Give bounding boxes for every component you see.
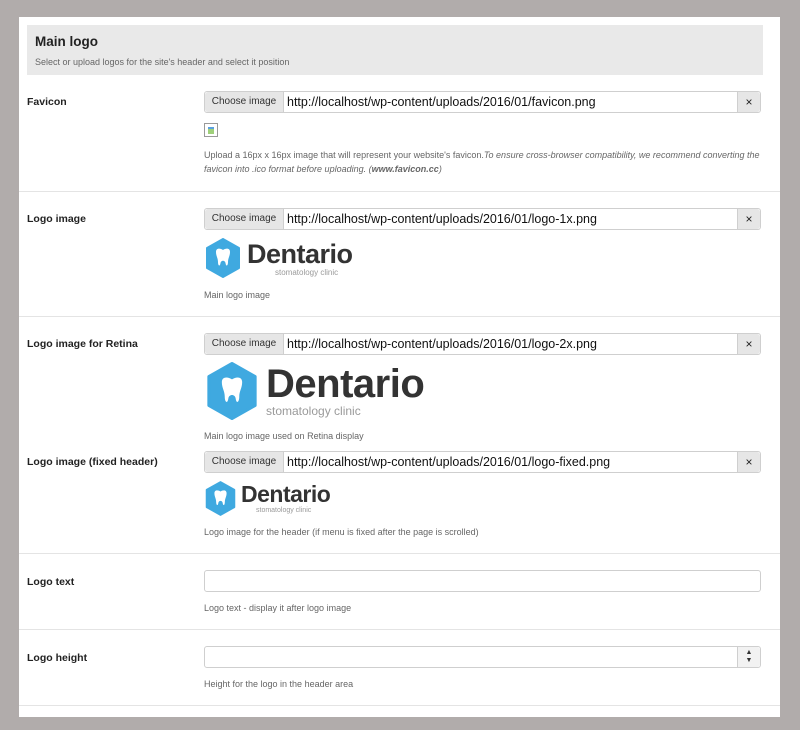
logo-retina-url-field[interactable]: http://localhost/wp-content/uploads/2016… (287, 334, 597, 354)
favicon-label: Favicon (27, 96, 67, 108)
favicon-url-field[interactable]: http://localhost/wp-content/uploads/2016… (287, 92, 596, 112)
logo-height-hint: Height for the logo in the header area (204, 679, 354, 689)
logo-brand-name: Dentario (247, 239, 353, 269)
section-description: Select or upload logos for the site's he… (35, 57, 290, 67)
logo-text-input[interactable] (204, 570, 761, 592)
logo-fixed-hint: Logo image for the header (if menu is fi… (204, 527, 479, 537)
spinner-down-icon[interactable]: ▼ (738, 657, 760, 665)
logo-retina-choose-image-button[interactable]: Choose image (205, 334, 284, 354)
favicon-picker: Choose image http://localhost/wp-content… (204, 91, 761, 113)
tooth-icon (205, 481, 236, 516)
favicon-hint: Upload a 16px x 16px image that will rep… (204, 148, 761, 176)
logo-text-hint: Logo text - display it after logo image (204, 603, 352, 613)
logo-retina-clear-button[interactable]: × (737, 334, 760, 354)
logo-image-hint: Main logo image (204, 290, 271, 300)
favicon-choose-image-button[interactable]: Choose image (205, 92, 284, 112)
divider (19, 629, 780, 630)
logo-fixed-brand-tagline: stomatology clinic (256, 507, 312, 514)
logo-retina-hint: Main logo image used on Retina display (204, 431, 364, 441)
logo-image-picker: Choose image http://localhost/wp-content… (204, 208, 761, 230)
logo-text-label: Logo text (27, 576, 75, 588)
logo-fixed-brand-name: Dentario (241, 481, 331, 507)
divider (19, 705, 780, 706)
logo-fixed-preview: Dentario stomatology clinic (204, 480, 354, 518)
tooth-icon (207, 362, 257, 420)
favicon-hint-plain: Upload a 16px x 16px image that will rep… (204, 150, 484, 160)
divider (19, 191, 780, 192)
logo-fixed-choose-image-button[interactable]: Choose image (205, 452, 284, 472)
logo-brand-tagline: stomatology clinic (275, 268, 339, 277)
section-header: Main logo Select or upload logos for the… (27, 25, 763, 75)
logo-retina-preview: Dentario stomatology clinic (204, 361, 444, 423)
logo-choose-image-button[interactable]: Choose image (205, 209, 284, 229)
logo-clear-button[interactable]: × (737, 209, 760, 229)
logo-fixed-picker: Choose image http://localhost/wp-content… (204, 451, 761, 473)
logo-height-input[interactable]: ▲ ▼ (204, 646, 761, 668)
favicon-clear-button[interactable]: × (737, 92, 760, 112)
favicon-hint-link[interactable]: www.favicon.cc (372, 164, 439, 174)
logo-fixed-clear-button[interactable]: × (737, 452, 760, 472)
tooth-icon (206, 238, 240, 278)
spinner-up-icon[interactable]: ▲ (738, 649, 760, 657)
favicon-broken-image-icon (204, 123, 218, 137)
settings-panel: Main logo Select or upload logos for the… (19, 17, 780, 717)
section-title: Main logo (35, 34, 98, 49)
logo-height-spinner[interactable]: ▲ ▼ (737, 647, 760, 667)
favicon-hint-italic-end: ) (438, 164, 442, 174)
logo-fixed-label: Logo image (fixed header) (27, 456, 158, 468)
logo-retina-brand-name: Dentario (266, 362, 425, 406)
logo-height-label: Logo height (27, 652, 88, 664)
logo-url-field[interactable]: http://localhost/wp-content/uploads/2016… (287, 209, 597, 229)
logo-image-label: Logo image (27, 213, 86, 225)
logo-retina-brand-tagline: stomatology clinic (266, 404, 361, 418)
logo-retina-label: Logo image for Retina (27, 338, 138, 350)
logo-image-preview: Dentario stomatology clinic (204, 237, 374, 279)
divider (19, 316, 780, 317)
divider (19, 553, 780, 554)
logo-retina-picker: Choose image http://localhost/wp-content… (204, 333, 761, 355)
logo-fixed-url-field[interactable]: http://localhost/wp-content/uploads/2016… (287, 452, 610, 472)
